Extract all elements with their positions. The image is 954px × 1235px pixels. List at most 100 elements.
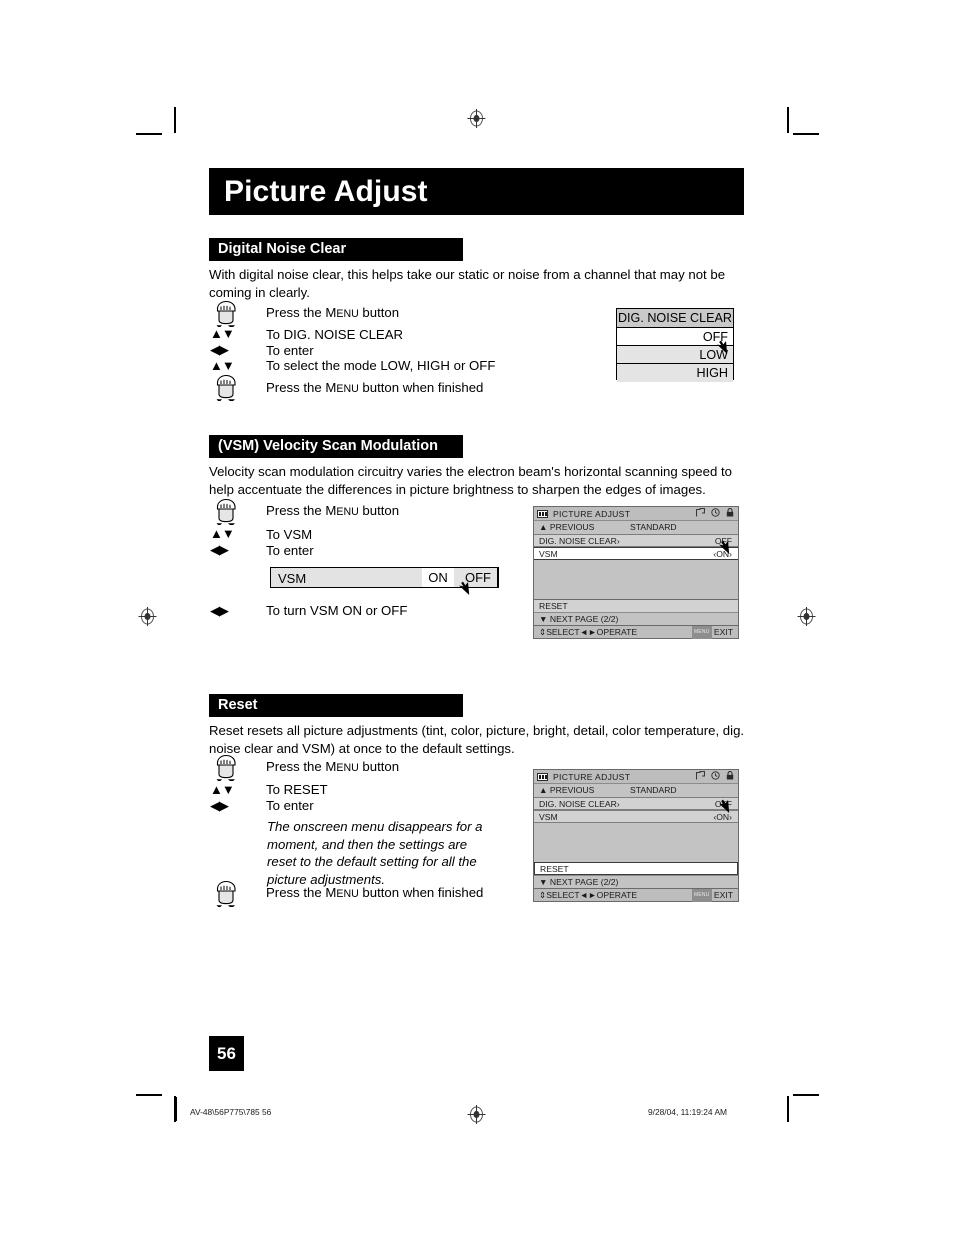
section-heading-label: (VSM) Velocity Scan Modulation [218,438,438,454]
print-job-label: AV-48\56P775\785 56 [190,1107,272,1117]
osd-row-dig-noise-clear[interactable]: DIG. NOISE CLEAR› OFF [534,797,738,810]
step-text-to-vsm: To VSM [266,527,313,542]
osd-row-label: VSM [539,812,558,822]
osd-title-label: PICTURE ADJUST [553,509,631,519]
up-down-arrows-icon: ▲▼ [210,782,235,797]
menu-smallcaps: MENU [325,380,359,395]
osd-reset-row[interactable]: RESET [534,862,738,875]
osd-row-dig-noise-clear[interactable]: DIG. NOISE CLEAR› OFF [534,534,738,547]
osd-row-vsm[interactable]: VSM ‹ON› [534,810,738,823]
osd-spacer [534,823,738,836]
section-body-digital-noise-clear: With digital noise clear, this helps tak… [209,267,726,300]
dig-noise-clear-option-high[interactable]: HIGH [617,364,733,382]
osd-exit-group[interactable]: MENU EXIT [691,889,733,902]
menu-smallcaps: MENU [325,503,359,518]
registration-target-bottom [467,1105,486,1124]
section-body-vsm: Velocity scan modulation circuitry varie… [209,464,732,497]
step-text-to-reset: To RESET [266,782,328,797]
registration-target-right [797,607,816,626]
osd-next-page-row[interactable]: ▼ NEXT PAGE (2/2) [534,612,738,625]
step-text-select-mode: To select the mode LOW, HIGH or OFF [266,358,496,373]
footer-rule-right [787,1097,788,1121]
osd-preset-label: STANDARD [630,522,677,532]
osd-title-icon-group [695,770,734,782]
osd-previous-label: PREVIOUS [549,522,595,532]
page-icon [695,507,706,519]
menu-smallcaps: MENU [325,759,359,774]
crop-mark-bottom-left-h [136,1094,162,1096]
osd-previous-caret-icon: ▲ [539,785,548,795]
osd-footer-bar: ⇕SELECT◄►OPERATE MENU EXIT [534,888,738,902]
page-title: Picture Adjust [224,175,428,208]
menu-smallcaps-tail: ENU [336,383,359,395]
osd-row-label: VSM [539,549,558,559]
up-down-arrows-icon: ▲▼ [210,526,235,541]
reset-note: The onscreen menu disappears for a momen… [267,819,483,887]
step-text-lead: Press the [266,305,326,320]
left-right-arrows-icon: ◀▶ [210,542,229,557]
menu-smallcaps: MENU [325,305,359,320]
osd-next-page-label: NEXT PAGE [549,614,599,624]
menu-bars-icon [537,772,548,781]
section-header-reset: Reset [209,694,463,717]
osd-picture-adjust-vsm: PICTURE ADJUST ▲ PREVIOUS STANDARD DIG. … [533,506,739,639]
osd-title-bar: PICTURE ADJUST [534,770,738,784]
osd-title-bar: PICTURE ADJUST [534,507,738,521]
osd-previous-row[interactable]: ▲ PREVIOUS STANDARD [534,521,738,534]
crop-mark-top-right-h [793,133,819,135]
page-title-banner: Picture Adjust [209,168,744,215]
clock-icon [711,508,720,519]
step-text-press-menu-2: Press the MENU button [266,502,399,521]
page-number: 56 [217,1044,236,1063]
osd-next-caret-icon: ▼ [539,614,548,624]
left-right-arrows-icon: ◀▶ [210,798,229,813]
osd-body: ▲ PREVIOUS STANDARD DIG. NOISE CLEAR› OF… [534,784,738,902]
osd-previous-label: PREVIOUS [549,785,595,795]
osd-row-vsm[interactable]: VSM ‹ON› [534,547,738,560]
osd-previous-row[interactable]: ▲ PREVIOUS STANDARD [534,784,738,797]
registration-target-top [467,109,486,128]
step-text-tail: button [358,759,400,774]
step-text-tail: button when finished [358,885,484,900]
osd-exit-label: EXIT [713,890,733,900]
section-header-vsm: (VSM) Velocity Scan Modulation [209,435,463,458]
osd-exit-label: EXIT [713,627,733,637]
section-heading-label: Digital Noise Clear [218,241,347,257]
osd-exit-group[interactable]: MENU EXIT [691,626,733,639]
osd-next-page-label: NEXT PAGE [549,877,599,887]
menu-smallcaps-tail: ENU [336,888,359,900]
hand-press-icon [213,374,239,406]
step-text-to-enter-2: To enter [266,543,314,558]
osd-title-label: PICTURE ADJUST [553,772,631,782]
dig-noise-clear-popup-header: DIG. NOISE CLEAR [617,309,733,328]
osd-select-label: SELECT [546,627,580,637]
osd-reset-row[interactable]: RESET [534,599,738,612]
step-text-tail: button [358,503,400,518]
osd-spacer [534,849,738,862]
menu-badge-icon: MENU [691,626,712,639]
up-down-arrows-icon: ▲▼ [210,326,235,341]
menu-bars-icon [537,509,548,518]
step-text-to-enter-3: To enter [266,798,314,813]
step-text-turn-vsm-on-off: To turn VSM ON or OFF [266,603,408,618]
osd-preset-label: STANDARD [630,785,677,795]
step-text-press-menu-1: Press the MENU button [266,304,399,323]
step-text-press-menu-finished-2: Press the MENU button when finished [266,884,483,903]
osd-page-indicator: (2/2) [600,877,619,887]
osd-spacer [534,586,738,599]
print-timestamp: 9/28/04, 11:19:24 AM [648,1107,728,1117]
mouse-cursor-icon [718,540,730,560]
osd-select-label: SELECT [546,890,580,900]
osd-picture-adjust-reset: PICTURE ADJUST ▲ PREVIOUS STANDARD DIG. … [533,769,739,902]
vsm-toggle-label: VSM [278,571,307,586]
osd-next-page-row[interactable]: ▼ NEXT PAGE (2/2) [534,875,738,888]
vsm-toggle-on-option[interactable]: ON [422,568,454,587]
osd-previous-caret-icon: ▲ [539,522,548,532]
up-down-arrows-icon: ▲▼ [210,358,235,373]
osd-title-icon-group [695,507,734,519]
osd-next-caret-icon: ▼ [539,877,548,887]
clock-icon [711,771,720,782]
osd-operate-arrows-icon: ◄► [579,627,597,637]
step-text-lead: Press the [266,759,326,774]
lock-icon [726,507,734,519]
